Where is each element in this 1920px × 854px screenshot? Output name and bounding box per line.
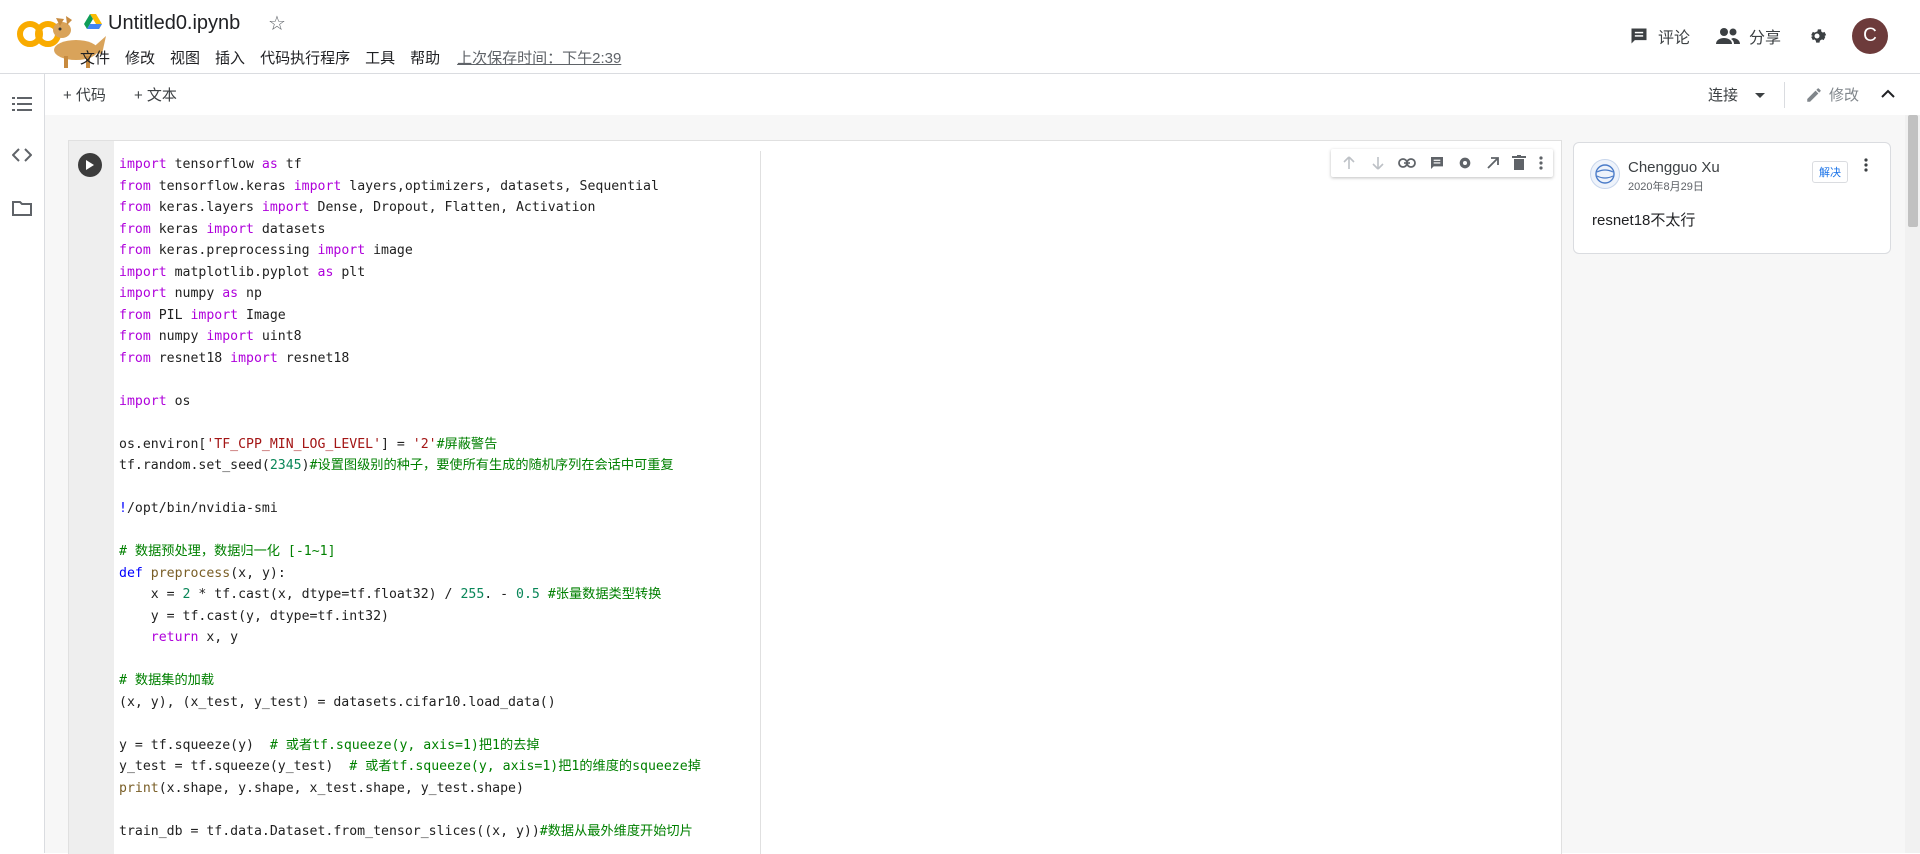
delete-icon[interactable]	[1512, 155, 1527, 171]
code-snippets-icon[interactable]	[11, 148, 33, 167]
commenter-avatar	[1590, 159, 1620, 189]
mirror-cell-icon[interactable]	[1486, 156, 1500, 170]
code-line: os.environ['TF_CPP_MIN_LOG_LEVEL'] = '2'…	[119, 436, 498, 452]
cell-toolbar	[1331, 149, 1553, 177]
page-scrollbar[interactable]	[1905, 115, 1920, 853]
notebook-title[interactable]: Untitled0.ipynb	[108, 12, 240, 35]
notebook-main: import tensorflow as tf from tensorflow.k…	[45, 115, 1905, 854]
comment-card[interactable]: Chengguo Xu 2020年8月29日 解决 resnet18不太行	[1573, 142, 1891, 254]
code-line: from keras.layers import Dense, Dropout,…	[119, 200, 596, 215]
line-length-ruler	[760, 151, 761, 854]
menu-file[interactable]: 文件	[80, 47, 110, 68]
collapse-header-button[interactable]	[1881, 86, 1895, 104]
comment-icon	[1631, 28, 1647, 44]
table-of-contents-icon[interactable]	[12, 96, 32, 117]
code-line: x = 2 * tf.cast(x, dtype=tf.float32) / 2…	[119, 587, 662, 602]
menu-view[interactable]: 视图	[170, 47, 200, 68]
menu-tools[interactable]: 工具	[365, 47, 395, 68]
code-line: # 数据集的加载	[119, 673, 215, 688]
share-label: 分享	[1748, 30, 1781, 47]
code-line: import matplotlib.pyplot as plt	[119, 264, 366, 280]
chevron-up-icon	[1881, 89, 1895, 98]
comment-text: resnet18不太行	[1592, 212, 1696, 229]
code-editor[interactable]: import tensorflow as tf from tensorflow.k…	[119, 154, 701, 842]
star-icon[interactable]: ☆	[268, 11, 286, 36]
code-line: from keras.preprocessing import image	[119, 243, 413, 258]
scrollbar-thumb[interactable]	[1908, 115, 1918, 227]
code-line: y_test = tf.squeeze(y_test) # 或者tf.squee…	[119, 759, 701, 774]
code-line: # 数据预处理，数据归一化 [-1~1]	[119, 544, 336, 559]
comment-author: Chengguo Xu	[1628, 159, 1720, 176]
account-avatar[interactable]: C	[1852, 18, 1888, 54]
code-cell[interactable]: import tensorflow as tf from tensorflow.k…	[68, 140, 1562, 854]
code-line: (x, y), (x_test, y_test) = datasets.cifa…	[119, 694, 556, 710]
dropdown-arrow-icon	[1754, 92, 1765, 98]
code-line: import numpy as np	[119, 286, 262, 301]
link-icon[interactable]	[1398, 157, 1417, 169]
code-line: return x, y	[150, 630, 239, 645]
comment-button[interactable]: 评论	[1629, 24, 1690, 48]
code-line: from PIL import Image	[119, 307, 286, 323]
code-line: import tensorflow as tf	[119, 157, 302, 172]
more-icon[interactable]	[1539, 156, 1543, 170]
code-line: !/opt/bin/nvidia-smi	[119, 501, 278, 516]
gear-icon	[1811, 29, 1827, 43]
code-line: y = tf.squeeze(y) # 或者tf.squeeze(y, axis…	[119, 737, 540, 753]
edit-mode-button[interactable]: 修改	[1805, 84, 1859, 105]
people-icon	[1715, 28, 1740, 44]
connect-button[interactable]: 连接	[1707, 81, 1785, 108]
cell-gutter	[69, 141, 114, 854]
files-icon[interactable]	[12, 200, 32, 221]
move-up-icon[interactable]	[1341, 155, 1357, 171]
comment-date: 2020年8月29日	[1628, 181, 1704, 193]
code-line: y = tf.cast(y, dtype=tf.int32)	[119, 608, 389, 624]
code-line: tf.random.set_seed(2345)#设置图级别的种子，要使所有生成…	[119, 458, 674, 473]
add-text-button[interactable]: + 文本	[134, 84, 177, 105]
google-drive-icon	[84, 14, 102, 35]
code-line: from tensorflow.keras import layers,opti…	[119, 178, 659, 194]
settings-icon[interactable]	[1457, 155, 1473, 171]
comment-label: 评论	[1657, 30, 1690, 47]
code-line: from numpy import uint8	[119, 329, 302, 344]
run-cell-button[interactable]	[78, 153, 102, 177]
code-line: print(x.shape, y.shape, x_test.shape, y_…	[119, 780, 524, 796]
edit-label: 修改	[1828, 87, 1859, 104]
move-down-icon[interactable]	[1370, 155, 1386, 171]
menu-edit[interactable]: 修改	[125, 47, 155, 68]
left-sidebar	[0, 74, 45, 853]
code-line: train_db = tf.data.Dataset.from_tensor_s…	[119, 823, 693, 839]
comment-icon[interactable]	[1429, 155, 1445, 171]
menu-bar: 文件 修改 视图 插入 代码执行程序 工具 帮助 上次保存时间：下午2:39	[80, 47, 636, 68]
app-header: Untitled0.ipynb ☆ 文件 修改 视图 插入 代码执行程序 工具 …	[0, 0, 1920, 74]
code-line: from keras import datasets	[119, 221, 326, 237]
code-line: from resnet18 import resnet18	[119, 350, 350, 366]
add-code-button[interactable]: + 代码	[63, 84, 106, 105]
code-line: import os	[119, 393, 191, 409]
resolve-button[interactable]: 解决	[1812, 161, 1848, 183]
play-icon	[86, 160, 94, 170]
menu-help[interactable]: 帮助	[410, 47, 440, 68]
toolbar-right: 连接 修改	[1708, 74, 1920, 115]
share-button[interactable]: 分享	[1715, 24, 1781, 48]
menu-insert[interactable]: 插入	[215, 47, 245, 68]
comment-more-icon[interactable]	[1864, 158, 1868, 177]
connect-label: 连接	[1707, 87, 1738, 104]
last-saved-link[interactable]: 上次保存时间：下午2:39	[457, 47, 621, 68]
pencil-icon	[1807, 87, 1821, 102]
menu-runtime[interactable]: 代码执行程序	[260, 47, 350, 68]
settings-button[interactable]	[1807, 26, 1836, 46]
code-line: def preprocess(x, y):	[119, 565, 286, 581]
header-actions: 评论 分享 C	[1629, 18, 1920, 54]
notebook-toolbar: + 代码 + 文本 连接 修改	[45, 74, 1920, 116]
